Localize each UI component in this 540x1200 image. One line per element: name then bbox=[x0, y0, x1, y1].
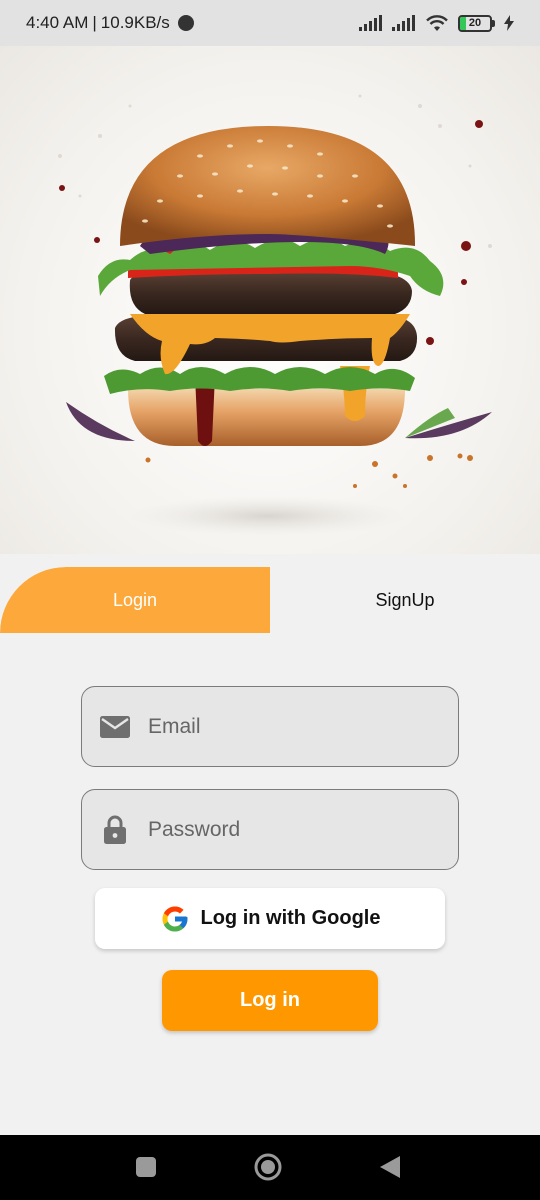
battery-level: 20 bbox=[468, 17, 482, 29]
back-icon bbox=[380, 1156, 400, 1178]
mail-icon bbox=[100, 712, 130, 742]
home-icon bbox=[254, 1153, 282, 1181]
google-button-label: Log in with Google bbox=[200, 907, 381, 929]
auth-tabs: Login SignUp bbox=[0, 567, 540, 633]
google-icon bbox=[162, 906, 187, 931]
tab-login[interactable]: Login bbox=[0, 567, 270, 633]
status-left: 4:40 AM | 10.9KB/s bbox=[26, 13, 194, 33]
vpn-icon bbox=[177, 15, 194, 31]
signal-icon bbox=[359, 15, 382, 31]
home-button[interactable] bbox=[254, 1153, 282, 1181]
recents-icon bbox=[136, 1157, 156, 1177]
signal-icon bbox=[392, 15, 415, 31]
battery-icon: 20 bbox=[458, 14, 495, 32]
network-speed: 10.9KB/s bbox=[100, 13, 170, 32]
back-button[interactable] bbox=[378, 1155, 402, 1179]
charging-icon bbox=[504, 15, 514, 31]
battery-fill bbox=[460, 16, 466, 30]
status-right: 20 bbox=[359, 14, 514, 32]
status-time: 4:40 AM bbox=[26, 13, 89, 32]
status-bar: 4:40 AM | 10.9KB/s 20 bbox=[0, 0, 540, 46]
wifi-icon bbox=[426, 15, 448, 31]
email-field[interactable] bbox=[81, 686, 459, 767]
tab-login-label: Login bbox=[112, 589, 158, 610]
login-button[interactable]: Log in bbox=[162, 970, 378, 1031]
burger-image bbox=[58, 94, 492, 536]
battery-body: 20 bbox=[458, 14, 492, 32]
password-input[interactable] bbox=[148, 817, 428, 842]
email-input[interactable] bbox=[148, 714, 428, 739]
status-separator: | bbox=[92, 13, 97, 32]
lock-icon bbox=[100, 815, 130, 845]
tab-signup[interactable]: SignUp bbox=[270, 567, 540, 633]
tab-signup-label: SignUp bbox=[375, 589, 435, 610]
hero-image bbox=[0, 46, 540, 554]
google-login-button[interactable]: Log in with Google bbox=[95, 888, 445, 949]
password-field[interactable] bbox=[81, 789, 459, 870]
battery-tip bbox=[492, 19, 495, 27]
login-button-label: Log in bbox=[240, 989, 300, 1011]
recents-button[interactable] bbox=[134, 1155, 158, 1179]
navigation-bar bbox=[0, 1135, 540, 1200]
